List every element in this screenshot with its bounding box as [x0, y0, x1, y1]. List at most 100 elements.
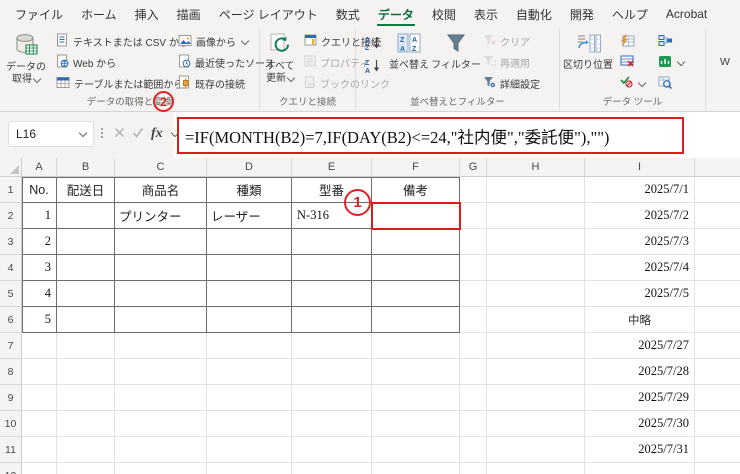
relationships-button[interactable]: [654, 52, 692, 73]
from-text-csv-button[interactable]: テキストまたは CSV から: [52, 31, 189, 52]
existing-connections-button[interactable]: 既存の接続: [174, 73, 258, 94]
cell-A5[interactable]: 4: [22, 281, 57, 307]
manage-data-model-button[interactable]: [654, 73, 692, 94]
cell-F10[interactable]: [372, 411, 460, 437]
queries-connections-button[interactable]: クエリと接続: [300, 31, 381, 52]
cell-C7[interactable]: [115, 333, 207, 359]
cell-D7[interactable]: [207, 333, 292, 359]
cell-E2[interactable]: N-316: [292, 203, 372, 229]
cell-F6[interactable]: [372, 307, 460, 333]
cell-B5[interactable]: [57, 281, 115, 307]
cell-C10[interactable]: [115, 411, 207, 437]
cell-?9[interactable]: [695, 385, 740, 411]
cell-B12[interactable]: [57, 463, 115, 474]
column-header-C[interactable]: C: [115, 158, 207, 177]
cell-I12[interactable]: [585, 463, 695, 474]
row-header-2[interactable]: 2: [0, 203, 22, 229]
cell-H7[interactable]: [487, 333, 585, 359]
tab-review[interactable]: 校閲: [423, 0, 465, 28]
cell-H5[interactable]: [487, 281, 585, 307]
cell-F5[interactable]: [372, 281, 460, 307]
cell-B3[interactable]: [57, 229, 115, 255]
cell-E9[interactable]: [292, 385, 372, 411]
column-header-E[interactable]: E: [292, 158, 372, 177]
filter-button[interactable]: フィルター: [431, 28, 481, 72]
cell-H9[interactable]: [487, 385, 585, 411]
from-picture-button[interactable]: 画像から: [174, 31, 258, 52]
cell-G9[interactable]: [460, 385, 487, 411]
row-header-5[interactable]: 5: [0, 281, 22, 307]
cell-H12[interactable]: [487, 463, 585, 474]
advanced-filter-button[interactable]: 詳細設定: [479, 73, 543, 94]
cell-D8[interactable]: [207, 359, 292, 385]
cell-G11[interactable]: [460, 437, 487, 463]
cell-I2[interactable]: 2025/7/2: [585, 203, 695, 229]
column-header-F[interactable]: F: [372, 158, 460, 177]
cell-H2[interactable]: [487, 203, 585, 229]
cell-?10[interactable]: [695, 411, 740, 437]
cell-D11[interactable]: [207, 437, 292, 463]
tab-automate[interactable]: 自動化: [507, 0, 561, 28]
cell-H11[interactable]: [487, 437, 585, 463]
insert-function-icon[interactable]: fx: [151, 126, 163, 142]
cell-?7[interactable]: [695, 333, 740, 359]
cell-C12[interactable]: [115, 463, 207, 474]
cell-E4[interactable]: [292, 255, 372, 281]
cell-?11[interactable]: [695, 437, 740, 463]
row-header-6[interactable]: 6: [0, 307, 22, 333]
cell-?3[interactable]: [695, 229, 740, 255]
column-header-D[interactable]: D: [207, 158, 292, 177]
column-header-B[interactable]: B: [57, 158, 115, 177]
cell-C9[interactable]: [115, 385, 207, 411]
row-header-12[interactable]: 12: [0, 463, 22, 474]
tab-draw[interactable]: 描画: [168, 0, 210, 28]
cell-A2[interactable]: 1: [22, 203, 57, 229]
cell-G10[interactable]: [460, 411, 487, 437]
row-header-9[interactable]: 9: [0, 385, 22, 411]
cell-I5[interactable]: 2025/7/5: [585, 281, 695, 307]
cell-F8[interactable]: [372, 359, 460, 385]
cell-C2[interactable]: プリンター: [115, 203, 207, 229]
cell-C4[interactable]: [115, 255, 207, 281]
cell-I1[interactable]: 2025/7/1: [585, 177, 695, 203]
cell-D1[interactable]: 種類: [207, 177, 292, 203]
cell-A7[interactable]: [22, 333, 57, 359]
cell-F7[interactable]: [372, 333, 460, 359]
cell-I11[interactable]: 2025/7/31: [585, 437, 695, 463]
cell-E7[interactable]: [292, 333, 372, 359]
cell-F3[interactable]: [372, 229, 460, 255]
cell-D3[interactable]: [207, 229, 292, 255]
cell-C5[interactable]: [115, 281, 207, 307]
cell-C3[interactable]: [115, 229, 207, 255]
consolidate-button[interactable]: [654, 31, 692, 52]
sort-descending-button[interactable]: Z A: [361, 56, 383, 76]
cell-G7[interactable]: [460, 333, 487, 359]
sort-button[interactable]: Z A A Z 並べ替え: [385, 28, 433, 72]
cell-H8[interactable]: [487, 359, 585, 385]
formula-highlight-box[interactable]: =IF(MONTH(B2)=7,IF(DAY(B2)<=24,"社内便","委託…: [177, 117, 684, 154]
tab-formulas[interactable]: 数式: [327, 0, 369, 28]
tab-page-layout[interactable]: ページ レイアウト: [210, 0, 327, 28]
cell-B6[interactable]: [57, 307, 115, 333]
get-data-button[interactable]: データの 取得: [0, 28, 52, 86]
cell-A11[interactable]: [22, 437, 57, 463]
cell-H1[interactable]: [487, 177, 585, 203]
cell-I6[interactable]: 中略: [585, 307, 695, 333]
cell-B7[interactable]: [57, 333, 115, 359]
cell-A10[interactable]: [22, 411, 57, 437]
cell-H6[interactable]: [487, 307, 585, 333]
cell-A9[interactable]: [22, 385, 57, 411]
cell-F9[interactable]: [372, 385, 460, 411]
row-header-7[interactable]: 7: [0, 333, 22, 359]
column-header-I[interactable]: I: [585, 158, 695, 177]
cell-?5[interactable]: [695, 281, 740, 307]
enter-check-icon[interactable]: [132, 125, 144, 143]
refresh-all-button[interactable]: すべて 更新: [260, 28, 300, 85]
cell-D2[interactable]: レーザー: [207, 203, 292, 229]
cell-E3[interactable]: [292, 229, 372, 255]
column-header-A[interactable]: A: [22, 158, 57, 177]
flash-fill-button[interactable]: [616, 31, 654, 52]
cell-C8[interactable]: [115, 359, 207, 385]
sort-ascending-button[interactable]: A Z: [361, 33, 383, 53]
cell-F12[interactable]: [372, 463, 460, 474]
